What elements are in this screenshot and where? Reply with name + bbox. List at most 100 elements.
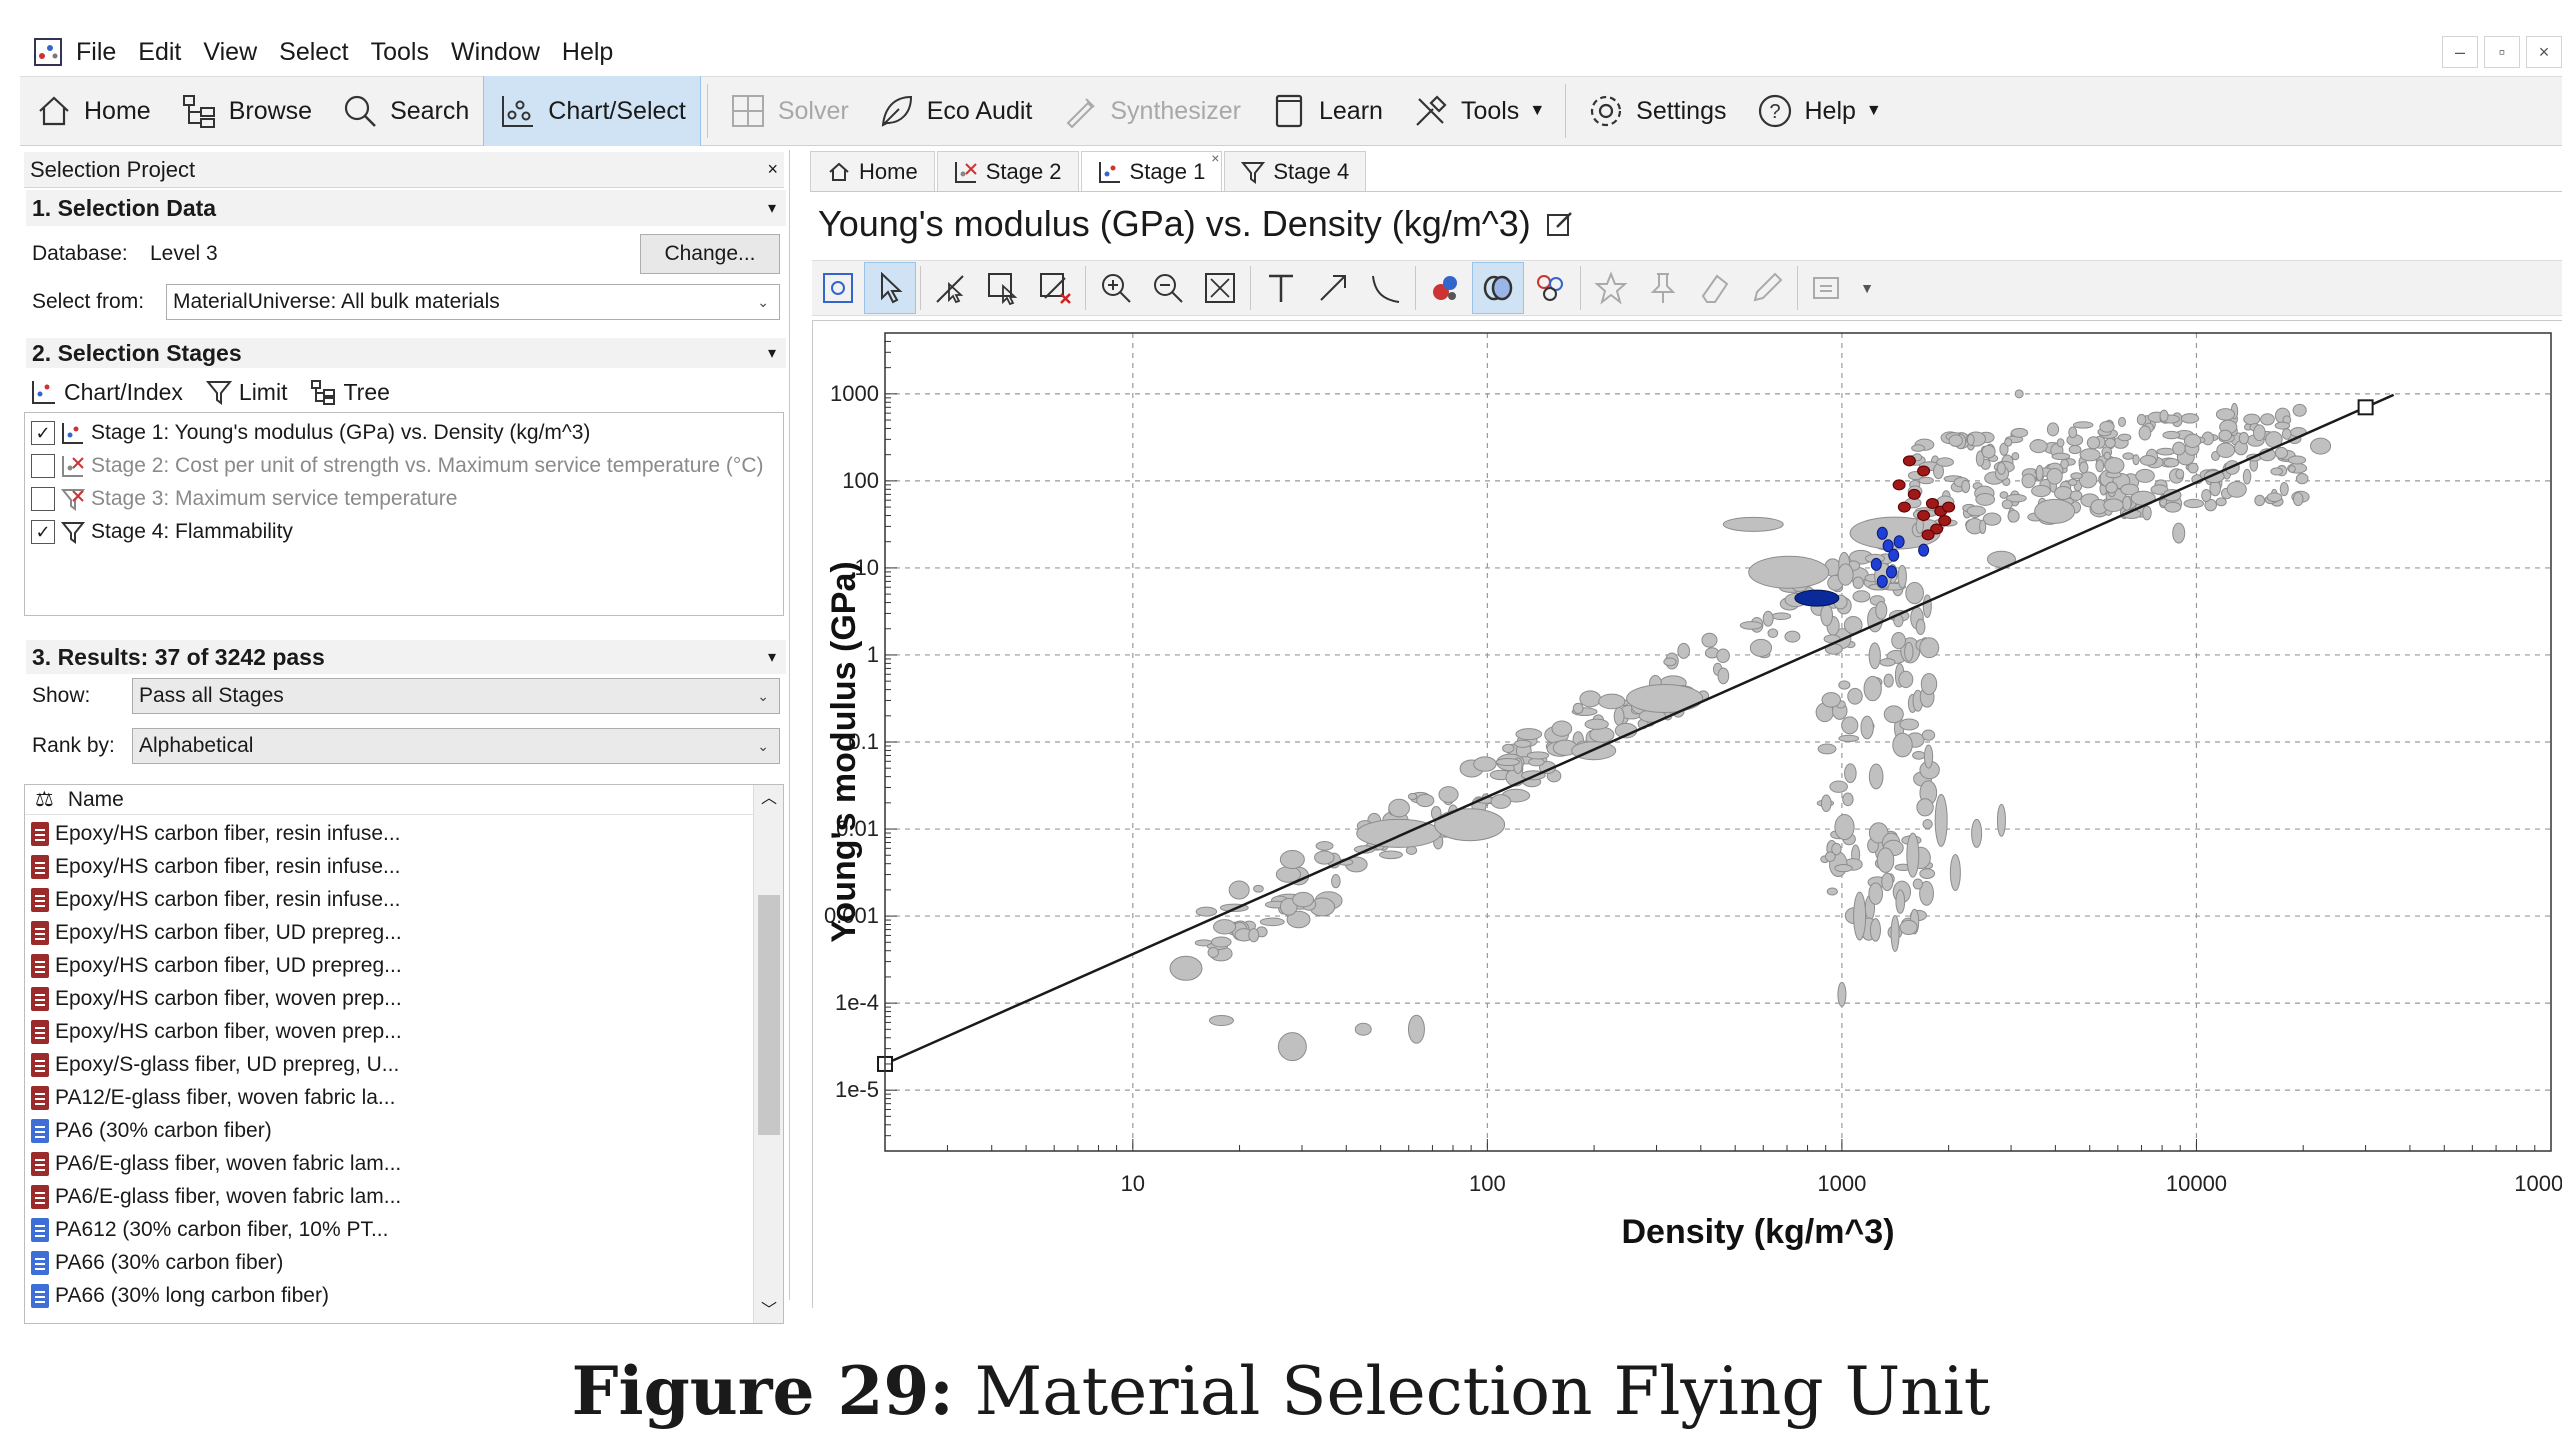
list-item[interactable]: PA612 (30% carbon fiber, 10% PT... (31, 1213, 388, 1246)
scroll-up-icon[interactable]: ︿ (754, 785, 783, 813)
tab-stage-2[interactable]: Stage 2 (936, 151, 1079, 191)
text-tool-button[interactable] (1255, 262, 1307, 314)
menu-window[interactable]: Window (451, 38, 540, 67)
list-item[interactable]: Epoxy/HS carbon fiber, resin infuse... (31, 850, 401, 883)
section-selection-data[interactable]: 1. Selection Data ▾ (26, 190, 786, 226)
chart-select-button[interactable]: Chart/Select (483, 76, 701, 146)
export-dropdown[interactable]: ▼ (1854, 262, 1880, 314)
synthesizer-button[interactable]: Synthesizer (1046, 76, 1255, 146)
eco-audit-button[interactable]: Eco Audit (863, 76, 1047, 146)
close-button[interactable]: × (2526, 36, 2562, 68)
stage-checkbox[interactable]: ✓ (31, 520, 55, 544)
export-button[interactable] (1802, 262, 1854, 314)
list-item[interactable]: PA6/E-glass fiber, woven fabric lam... (31, 1147, 401, 1180)
pencil-button[interactable] (1741, 262, 1793, 314)
zoom-in-button[interactable] (1090, 262, 1142, 314)
toolbar-divider (1580, 266, 1581, 310)
menu-help[interactable]: Help (562, 38, 613, 67)
show-dropdown[interactable]: Pass all Stages ⌄ (132, 678, 780, 714)
browse-button[interactable]: Browse (165, 76, 326, 146)
results-scrollbar[interactable]: ︿ ﹀ (753, 785, 783, 1323)
search-button[interactable]: Search (326, 76, 483, 146)
arrow-tool-button[interactable] (1307, 262, 1359, 314)
settings-button[interactable]: Settings (1572, 76, 1740, 146)
list-item[interactable]: PA66 (30% long carbon fiber) (31, 1279, 329, 1312)
select-pointer-button[interactable] (864, 262, 916, 314)
chevron-down-icon: ⌄ (757, 293, 769, 310)
tab-home[interactable]: Home (810, 151, 935, 191)
collapse-icon[interactable]: ▾ (768, 647, 776, 667)
collapse-icon[interactable]: ▾ (768, 198, 776, 218)
delete-selection-button[interactable] (1029, 262, 1081, 314)
curve-tool-button[interactable] (1359, 262, 1411, 314)
menu-tools[interactable]: Tools (371, 38, 429, 67)
material-bubble (2095, 459, 2105, 473)
limit-button[interactable]: Limit (205, 378, 287, 406)
property-chart[interactable]: 101001000100001000001e-51e-40.0010.010.1… (813, 321, 2562, 1309)
zoom-out-button[interactable] (1142, 262, 1194, 314)
list-item[interactable]: Epoxy/HS carbon fiber, UD prepreg... (31, 949, 402, 982)
rank-by-dropdown[interactable]: Alphabetical ⌄ (132, 728, 780, 764)
pin-button[interactable] (1637, 262, 1689, 314)
material-bubble (2122, 495, 2132, 511)
chart-settings-button[interactable] (812, 262, 864, 314)
stage-row-2[interactable]: Stage 2: Cost per unit of strength vs. M… (31, 450, 763, 482)
highlight-button[interactable] (1420, 262, 1472, 314)
box-select-button[interactable] (977, 262, 1029, 314)
chart-area[interactable]: 101001000100001000001e-51e-40.0010.010.1… (812, 320, 2562, 1309)
list-item[interactable]: Epoxy/HS carbon fiber, resin infuse... (31, 817, 401, 850)
edit-icon[interactable] (1545, 209, 1575, 239)
material-bubble (1407, 1014, 1425, 1044)
results-header[interactable]: ⚖ Name (25, 785, 783, 815)
list-item[interactable]: Epoxy/HS carbon fiber, woven prep... (31, 982, 402, 1015)
envelope-button[interactable] (1472, 262, 1524, 314)
stage-checkbox[interactable]: ✓ (31, 421, 55, 445)
help-button[interactable]: ? Help ▼ (1741, 76, 1896, 146)
close-panel-icon[interactable]: × (767, 159, 778, 180)
scroll-thumb[interactable] (758, 895, 780, 1135)
stage-row-3[interactable]: Stage 3: Maximum service temperature (31, 483, 457, 515)
list-item[interactable]: Epoxy/HS carbon fiber, resin infuse... (31, 883, 401, 916)
stage-row-1[interactable]: ✓ Stage 1: Young's modulus (GPa) vs. Den… (31, 417, 590, 449)
stage-checkbox[interactable] (31, 454, 55, 478)
list-item[interactable]: Epoxy/HS carbon fiber, woven prep... (31, 1015, 402, 1048)
scroll-down-icon[interactable]: ﹀ (754, 1297, 783, 1323)
list-item[interactable]: Epoxy/HS carbon fiber, UD prepreg... (31, 916, 402, 949)
restore-button[interactable]: ▫ (2484, 36, 2520, 68)
favorite-button[interactable] (1585, 262, 1637, 314)
tools-button[interactable]: Tools ▼ (1397, 76, 1559, 146)
minimize-button[interactable]: – (2442, 36, 2478, 68)
zoom-fit-button[interactable] (1194, 262, 1246, 314)
solver-button[interactable]: Solver (714, 76, 863, 146)
select-from-dropdown[interactable]: MaterialUniverse: All bulk materials ⌄ (166, 284, 780, 320)
menu-select[interactable]: Select (279, 38, 348, 67)
list-item[interactable]: PA6 (30% carbon fiber) (31, 1114, 272, 1147)
stage-checkbox[interactable] (31, 487, 55, 511)
section-selection-stages[interactable]: 2. Selection Stages ▾ (26, 338, 786, 368)
chart-index-button[interactable]: Chart/Index (30, 378, 183, 406)
family-button[interactable] (1524, 262, 1576, 314)
guide-line-handle[interactable] (2357, 399, 2374, 416)
tab-stage-1[interactable]: Stage 1 × (1080, 150, 1223, 191)
line-select-button[interactable] (925, 262, 977, 314)
list-item[interactable]: Epoxy/S-glass fiber, UD prepreg, U... (31, 1048, 399, 1081)
section-results[interactable]: 3. Results: 37 of 3242 pass ▾ (26, 640, 786, 674)
change-database-button[interactable]: Change... (640, 234, 780, 274)
stage-row-4[interactable]: ✓ Stage 4: Flammability (31, 516, 293, 548)
material-bubble (1912, 751, 1926, 760)
material-bubble (2238, 431, 2249, 445)
list-item[interactable]: PA6/E-glass fiber, woven fabric lam... (31, 1180, 401, 1213)
tab-stage-4[interactable]: Stage 4 (1224, 151, 1367, 191)
tree-button[interactable]: Tree (309, 378, 390, 406)
chart-select-icon (502, 96, 534, 127)
list-item[interactable]: PA12/E-glass fiber, woven fabric la... (31, 1081, 395, 1114)
close-tab-icon[interactable]: × (1211, 150, 1219, 166)
list-item[interactable]: PA66 (30% carbon fiber) (31, 1246, 283, 1279)
menu-edit[interactable]: Edit (138, 38, 181, 67)
collapse-icon[interactable]: ▾ (768, 343, 776, 363)
home-button[interactable]: Home (20, 76, 165, 146)
learn-button[interactable]: Learn (1255, 76, 1397, 146)
eraser-button[interactable] (1689, 262, 1741, 314)
menu-view[interactable]: View (203, 38, 257, 67)
menu-file[interactable]: File (76, 38, 116, 67)
